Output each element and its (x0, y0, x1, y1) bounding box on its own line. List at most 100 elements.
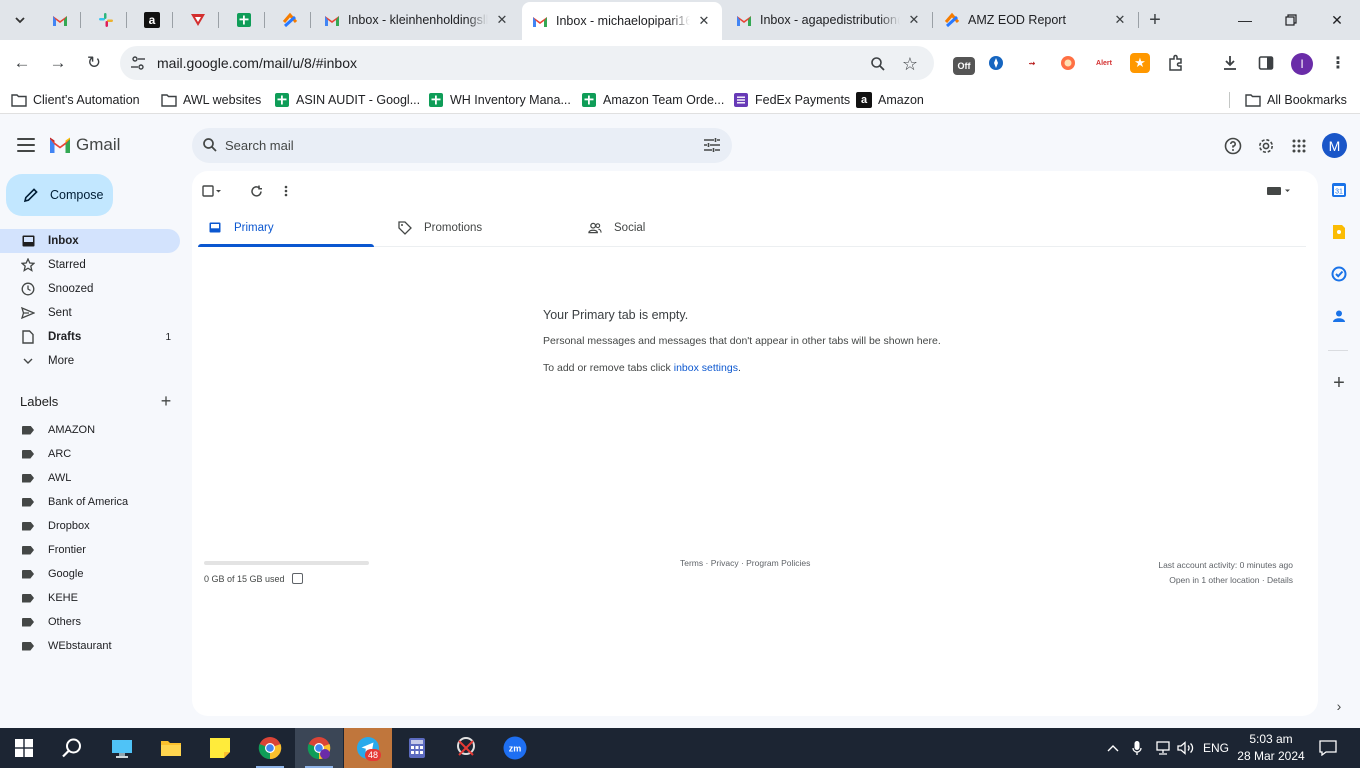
tab-amz-eod-report[interactable]: AMZ EOD Report ✕ (934, 4, 1138, 36)
inbox-settings-link[interactable]: inbox settings (674, 362, 738, 374)
main-menu-button[interactable] (14, 133, 38, 157)
calendar-icon[interactable]: 31 (1329, 180, 1349, 200)
label-item[interactable]: Dropbox (0, 514, 180, 538)
details-link[interactable]: Details (1267, 575, 1293, 585)
tab-search-button[interactable] (8, 8, 32, 32)
more-options-icon[interactable] (276, 181, 296, 201)
chrome-menu-icon[interactable]: ⋮ (1328, 53, 1348, 73)
bookmark-asin-audit[interactable]: ASIN AUDIT - Googl... (274, 90, 420, 110)
pinned-tab-sheets[interactable] (224, 8, 264, 32)
label-item[interactable]: WEbstaurant (0, 634, 180, 658)
pinned-tab-slack[interactable] (86, 8, 126, 32)
privacy-link[interactable]: Privacy (711, 558, 739, 568)
forward-button[interactable]: → (44, 49, 72, 77)
label-item[interactable]: AMAZON (0, 418, 180, 442)
side-panel-icon[interactable] (1256, 53, 1276, 73)
tab-inbox-kleinhen[interactable]: Inbox - kleinhenholdingsllc@gmail.com ✕ (314, 4, 520, 36)
pinned-tab-app[interactable] (178, 8, 218, 32)
extension-blue-icon[interactable] (986, 53, 1006, 73)
settings-gear-icon[interactable] (1255, 135, 1277, 157)
label-item[interactable]: Others (0, 610, 180, 634)
input-tools-icon[interactable] (1264, 181, 1294, 201)
pinned-tab-gmail[interactable] (40, 8, 80, 32)
back-button[interactable]: ← (8, 49, 36, 77)
label-item[interactable]: Google (0, 562, 180, 586)
notification-center-icon[interactable] (1314, 728, 1342, 768)
chrome-profile-avatar[interactable]: I (1291, 53, 1313, 75)
tab-social[interactable]: Social (578, 209, 754, 246)
bookmark-awl-websites[interactable]: AWL websites (161, 90, 261, 110)
search-bar[interactable]: Search mail (192, 128, 732, 163)
account-avatar[interactable]: M (1322, 133, 1347, 158)
volume-icon[interactable] (1176, 728, 1196, 768)
tab-inbox-agape[interactable]: Inbox - agapedistribution@gmail.com ✕ (726, 4, 932, 36)
download-icon[interactable] (1220, 53, 1240, 73)
tasks-icon[interactable] (1329, 264, 1349, 284)
nav-snoozed[interactable]: Snoozed (0, 277, 180, 301)
extensions-puzzle-icon[interactable] (1166, 53, 1186, 73)
refresh-icon[interactable] (246, 181, 266, 201)
new-tab-button[interactable]: + (1142, 8, 1168, 32)
pinned-tab-app2[interactable] (270, 8, 310, 32)
extension-star-icon[interactable]: ★ (1130, 53, 1150, 73)
show-hidden-icons-chevron-icon[interactable] (1104, 728, 1122, 768)
tab-promotions[interactable]: Promotions (388, 209, 564, 246)
contacts-icon[interactable] (1329, 306, 1349, 326)
taskbar-calculator[interactable] (393, 728, 441, 768)
restore-button[interactable] (1268, 0, 1314, 40)
keep-icon[interactable] (1329, 222, 1349, 242)
zoom-icon[interactable] (868, 54, 888, 74)
extension-keepa-icon[interactable]: ⇝ (1022, 53, 1042, 73)
close-tab-icon[interactable]: ✕ (1112, 12, 1128, 28)
bookmark-fedex-payments[interactable]: FedEx Payments (733, 90, 850, 110)
nav-starred[interactable]: Starred (0, 253, 180, 277)
external-link-icon[interactable] (291, 573, 303, 584)
show-side-panel-chevron-icon[interactable]: › (1329, 696, 1349, 716)
close-tab-icon[interactable]: ✕ (906, 12, 922, 28)
windows-start-button[interactable] (0, 728, 48, 768)
bookmark-wh-inventory[interactable]: WH Inventory Mana... (428, 90, 571, 110)
taskbar-snipping-tool[interactable] (442, 728, 490, 768)
tab-inbox-michaelopipari[interactable]: Inbox - michaelopipari16@gmail.com ✕ (522, 2, 722, 40)
extension-orange-icon[interactable] (1058, 53, 1078, 73)
close-tab-icon[interactable]: ✕ (696, 13, 712, 29)
apps-grid-icon[interactable] (1288, 135, 1310, 157)
gmail-logo[interactable]: Gmail (48, 135, 120, 155)
create-label-button[interactable]: + (158, 392, 174, 410)
select-checkbox[interactable] (202, 181, 222, 201)
network-icon[interactable] (1152, 728, 1174, 768)
nav-sent[interactable]: Sent (0, 301, 180, 325)
label-item[interactable]: Bank of America (0, 490, 180, 514)
taskbar-sticky-notes[interactable] (196, 728, 244, 768)
system-clock[interactable]: 5:03 am 28 Mar 2024 (1233, 731, 1309, 765)
tab-primary[interactable]: Primary (198, 209, 374, 247)
compose-button[interactable]: Compose (6, 174, 113, 216)
label-item[interactable]: Frontier (0, 538, 180, 562)
extension-alert-icon[interactable]: Alert (1094, 53, 1114, 73)
bookmark-all-bookmarks[interactable]: All Bookmarks (1245, 90, 1347, 110)
bookmark-amazon[interactable]: a Amazon (856, 90, 924, 110)
terms-link[interactable]: Terms (680, 558, 703, 568)
address-bar[interactable]: mail.google.com/mail/u/8/#inbox ☆ (120, 46, 934, 80)
pinned-tab-amazon[interactable]: a (132, 8, 172, 32)
taskbar-app-desktop[interactable] (98, 728, 146, 768)
label-item[interactable]: KEHE (0, 586, 180, 610)
taskbar-zoom[interactable]: zm (491, 728, 539, 768)
get-addons-plus-icon[interactable]: + (1329, 372, 1349, 394)
minimize-button[interactable]: — (1222, 0, 1268, 40)
microphone-icon[interactable] (1128, 728, 1146, 768)
reload-button[interactable]: ↻ (80, 49, 108, 77)
nav-more[interactable]: More (0, 349, 180, 373)
close-tab-icon[interactable]: ✕ (494, 12, 510, 28)
taskbar-telegram[interactable]: 48 (344, 728, 392, 768)
taskbar-file-explorer[interactable] (147, 728, 195, 768)
bookmark-star-icon[interactable]: ☆ (900, 54, 920, 74)
extension-off-icon[interactable]: Off (953, 57, 975, 75)
input-language[interactable]: ENG (1200, 728, 1232, 768)
close-window-button[interactable]: ✕ (1314, 0, 1360, 40)
taskbar-search-button[interactable] (48, 728, 96, 768)
label-item[interactable]: AWL (0, 466, 180, 490)
taskbar-chrome-profile-1[interactable] (246, 728, 294, 768)
nav-inbox[interactable]: Inbox (0, 229, 180, 253)
search-input[interactable]: Search mail (225, 138, 294, 153)
